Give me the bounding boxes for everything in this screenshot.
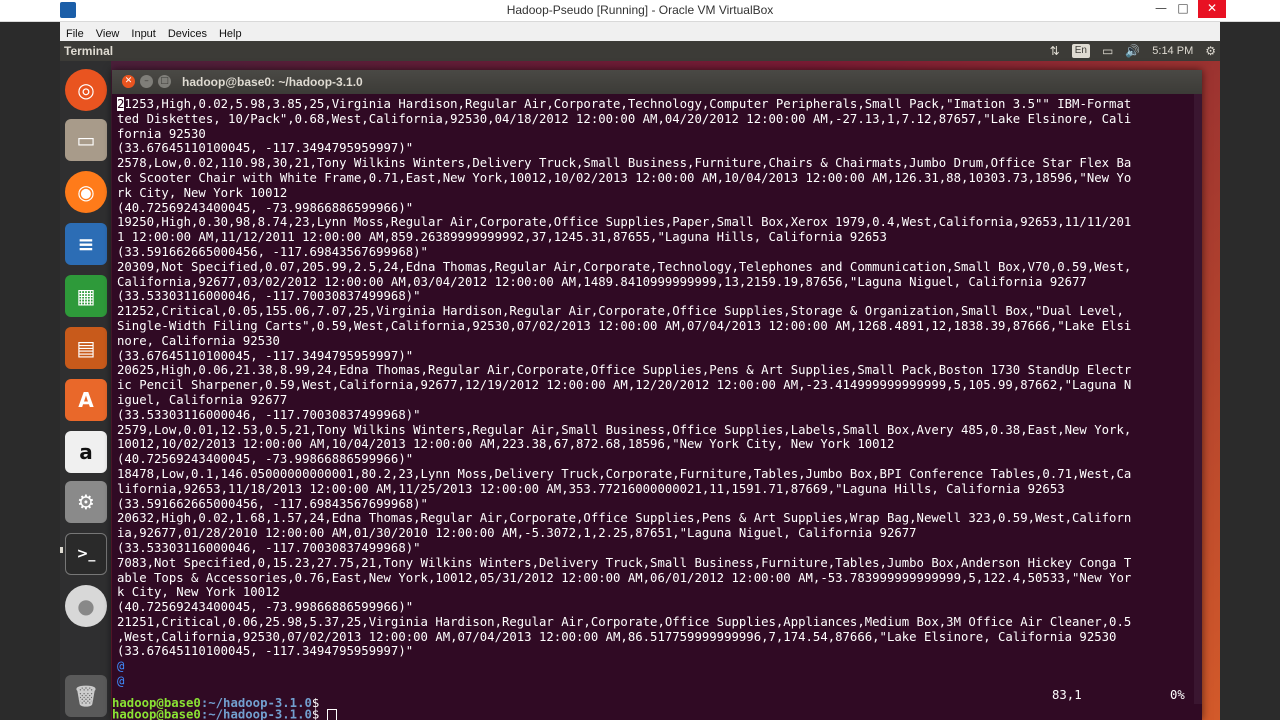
terminal-window[interactable]: ✕ – □ hadoop@base0: ~/hadoop-3.1.0 21253… (112, 70, 1202, 720)
prompt-cursor (326, 709, 337, 720)
terminal-line: (33.53303116000046, -117.70030837499968)… (117, 540, 421, 555)
settings-gear-icon[interactable]: ⚙ (1205, 44, 1216, 58)
minimize-window-button[interactable]: — (1150, 0, 1172, 18)
terminal-line: 21252,Critical,0.05,155.06,7.07,25,Virgi… (117, 304, 1124, 319)
terminal-line: (40.72569243400045, -73.99866886599966)" (117, 600, 414, 615)
volume-icon[interactable]: 🔊 (1125, 44, 1140, 58)
terminal-line: (40.72569243400045, -73.99866886599966)" (117, 452, 414, 467)
terminal-line: 21253,High,0.02,5.98,3.85,25,Virginia Ha… (117, 97, 1132, 111)
battery-icon[interactable]: ▭ (1102, 44, 1113, 58)
terminal-lines: ted Diskettes, 10/Pack",0.68,West,Califo… (117, 112, 1197, 659)
terminal-output[interactable]: 21253,High,0.02,5.98,3.85,25,Virginia Ha… (117, 97, 1197, 689)
files-icon[interactable]: ▭ (65, 119, 107, 161)
terminal-line: 10012,10/02/2013 12:00:00 AM,10/04/2013 … (117, 437, 895, 452)
active-app-title: Terminal (64, 44, 114, 58)
cursor-position: 83,1 (1052, 688, 1082, 702)
amazon-icon[interactable]: a (65, 431, 107, 473)
terminal-line: 2578,Low,0.02,110.98,30,21,Tony Wilkins … (117, 156, 1132, 171)
shell-prompt: hadoop@base0:~/hadoop-3.1.0$ (112, 708, 752, 720)
unity-launcher: ◎ ▭ ◉ ≡ ▦ ▤ A a ⚙ >_ ● 🗑 (60, 61, 111, 720)
terminal-line: (33.53303116000046, -117.70030837499968)… (117, 407, 421, 422)
writer-icon[interactable]: ≡ (65, 223, 107, 265)
terminal-maximize-button[interactable]: □ (158, 75, 171, 88)
terminal-line: ted Diskettes, 10/Pack",0.68,West,Califo… (117, 111, 1132, 126)
active-app-indicator (60, 547, 63, 553)
terminal-minimize-button[interactable]: – (140, 75, 153, 88)
window-title: Hadoop-Pseudo [Running] - Oracle VM Virt… (506, 3, 774, 17)
terminal-line: California,92677,03/02/2012 12:00:00 AM,… (117, 274, 1087, 289)
scroll-percent: 0% (1170, 688, 1185, 702)
terminal-line: 1 12:00:00 AM,11/12/2011 12:00:00 AM,859… (117, 230, 887, 245)
impress-icon[interactable]: ▤ (65, 327, 107, 369)
trash-icon[interactable]: 🗑 (65, 675, 107, 717)
terminal-line: (33.67645110100045, -117.3494795959997)" (117, 141, 414, 156)
calc-icon[interactable]: ▦ (65, 275, 107, 317)
clock[interactable]: 5:14 PM (1152, 45, 1193, 57)
firefox-icon[interactable]: ◉ (65, 171, 107, 213)
terminal-line: lifornia,92653,11/18/2013 12:00:00 AM,11… (117, 481, 1065, 496)
terminal-titlebar[interactable]: ✕ – □ hadoop@base0: ~/hadoop-3.1.0 (112, 70, 1202, 94)
terminal-line: Single-Width Filing Carts",0.59,West,Cal… (117, 318, 1132, 333)
terminal-line: (33.53303116000046, -117.70030837499968)… (117, 289, 421, 304)
system-settings-icon[interactable]: ⚙ (65, 481, 107, 523)
terminal-line: (33.591662665000456, -117.69843567699968… (117, 496, 428, 511)
terminal-line: 2579,Low,0.01,12.53,0.5,21,Tony Wilkins … (117, 422, 1132, 437)
terminal-line: (33.67645110100045, -117.3494795959997)" (117, 644, 414, 659)
network-icon[interactable]: ⇅ (1050, 44, 1060, 58)
terminal-scrollbar[interactable] (1194, 94, 1202, 704)
background-terminal[interactable]: hadoop@base0:~/hadoop-3.1.0$ hadoop@base… (112, 698, 752, 720)
dvd-icon[interactable]: ● (65, 585, 107, 627)
terminal-line: 21251,Critical,0.06,25.98,5.37,25,Virgin… (117, 614, 1132, 629)
terminal-line: 7083,Not Specified,0,15.23,27.75,21,Tony… (117, 555, 1132, 570)
terminal-line: ck Scooter Chair with White Frame,0.71,E… (117, 170, 1132, 185)
keyboard-language-indicator[interactable]: En (1071, 44, 1090, 58)
terminal-line: (33.591662665000456, -117.69843567699968… (117, 244, 428, 259)
terminal-line: 18478,Low,0.1,146.05000000000001,80.2,23… (117, 466, 1132, 481)
virtualbox-titlebar: Hadoop-Pseudo [Running] - Oracle VM Virt… (0, 0, 1280, 22)
vim-empty-line-marker: @ (117, 659, 125, 674)
terminal-line: k City, New York 10012 (117, 585, 280, 600)
terminal-close-button[interactable]: ✕ (122, 75, 135, 88)
terminal-line: fornia 92530 (117, 126, 206, 141)
terminal-line: able Tops & Accessories,0.76,East,New Yo… (117, 570, 1132, 585)
vim-empty-line-marker: @ (117, 674, 125, 689)
terminal-title: hadoop@base0: ~/hadoop-3.1.0 (182, 75, 363, 89)
terminal-line: 19250,High,0.30,98,8.74,23,Lynn Moss,Reg… (117, 215, 1132, 230)
terminal-line: (33.67645110100045, -117.3494795959997)" (117, 348, 414, 363)
terminal-line: ic Pencil Sharpener,0.59,West,California… (117, 378, 1132, 393)
maximize-window-button[interactable]: □ (1172, 0, 1194, 18)
terminal-line: ,West,California,92530,07/02/2013 12:00:… (117, 629, 1117, 644)
ubuntu-dash-icon[interactable]: ◎ (65, 69, 107, 111)
panel-indicators: ⇅ En ▭ 🔊 5:14 PM ⚙ (1050, 41, 1216, 61)
close-window-button[interactable]: ✕ (1198, 0, 1226, 18)
virtualbox-menubar: File View Input Devices Help (60, 22, 1220, 42)
terminal-line: 20632,High,0.02,1.68,1.57,24,Edna Thomas… (117, 511, 1132, 526)
ubuntu-top-panel: Terminal ⇅ En ▭ 🔊 5:14 PM ⚙ (60, 41, 1220, 61)
terminal-icon[interactable]: >_ (65, 533, 107, 575)
terminal-line: iguel, California 92677 (117, 392, 288, 407)
terminal-line: nore, California 92530 (117, 333, 280, 348)
software-center-icon[interactable]: A (65, 379, 107, 421)
terminal-line: ia,92677,01/28/2010 12:00:00 AM,01/30/20… (117, 526, 917, 541)
terminal-line: 20309,Not Specified,0.07,205.99,2.5,24,E… (117, 259, 1132, 274)
terminal-line: (40.72569243400045, -73.99866886599966)" (117, 200, 414, 215)
terminal-line: rk City, New York 10012 (117, 185, 288, 200)
terminal-line: 20625,High,0.06,21.38,8.99,24,Edna Thoma… (117, 363, 1132, 378)
